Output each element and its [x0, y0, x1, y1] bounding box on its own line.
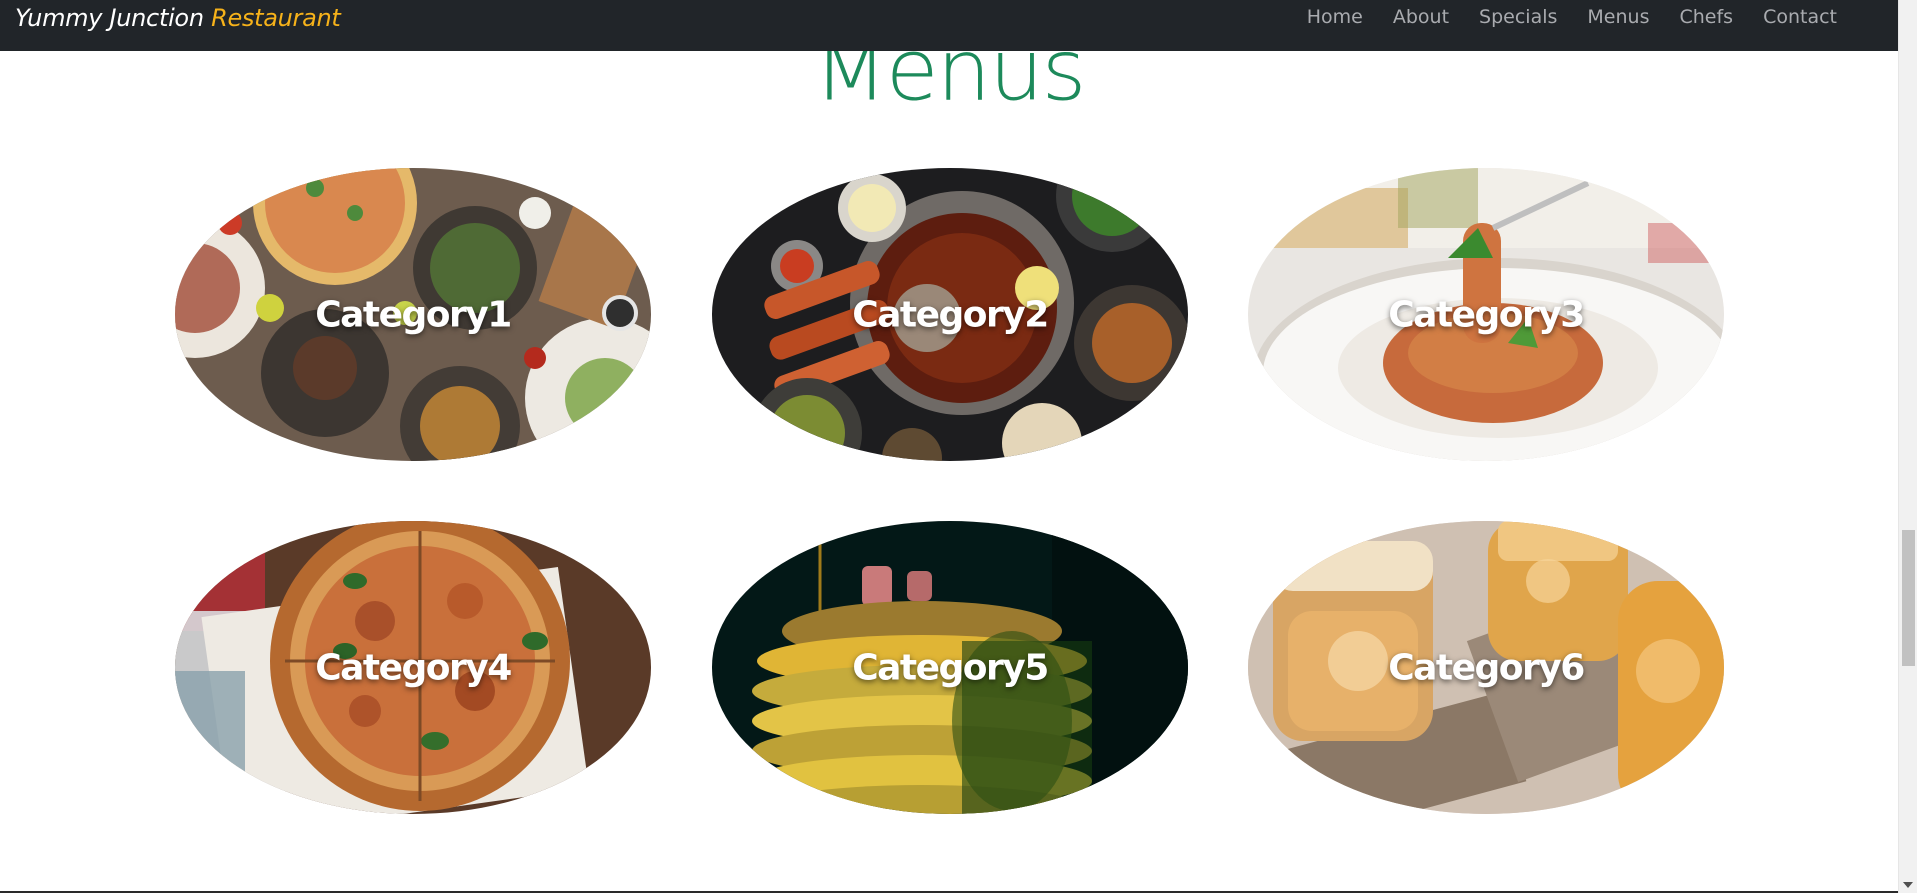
brand-logo[interactable]: Yummy Junction Restaurant [15, 4, 341, 32]
nav-links: Home About Specials Menus Chefs Contact [1292, 5, 1852, 30]
category-card-6[interactable]: Category6 [1248, 521, 1724, 814]
category-card-3[interactable]: Category3 [1248, 168, 1724, 461]
nav-link-menus[interactable]: Menus [1572, 5, 1664, 30]
category-label: Category6 [1388, 647, 1585, 688]
category-label: Category2 [852, 294, 1049, 335]
page-scrollbar[interactable] [1898, 0, 1917, 893]
brand-accent: Restaurant [211, 4, 341, 32]
scrollbar-thumb[interactable] [1902, 530, 1915, 666]
nav-link-about[interactable]: About [1378, 5, 1464, 30]
nav-link-contact[interactable]: Contact [1748, 5, 1852, 30]
category-label: Category5 [852, 647, 1049, 688]
brand-name: Yummy Junction [15, 4, 204, 32]
nav-link-chefs[interactable]: Chefs [1664, 5, 1748, 30]
navbar: Yummy Junction Restaurant Home About Spe… [0, 0, 1898, 51]
category-card-4[interactable]: Category4 [175, 521, 651, 814]
category-card-5[interactable]: Category5 [712, 521, 1188, 814]
category-label: Category1 [315, 294, 512, 335]
category-label: Category3 [1388, 294, 1585, 335]
category-card-2[interactable]: Category2 [712, 168, 1188, 461]
scroll-down-arrow-icon[interactable] [1903, 882, 1913, 888]
category-label: Category4 [315, 647, 512, 688]
category-card-1[interactable]: Category1 [175, 168, 651, 461]
nav-link-home[interactable]: Home [1292, 5, 1378, 30]
nav-link-specials[interactable]: Specials [1464, 5, 1572, 30]
